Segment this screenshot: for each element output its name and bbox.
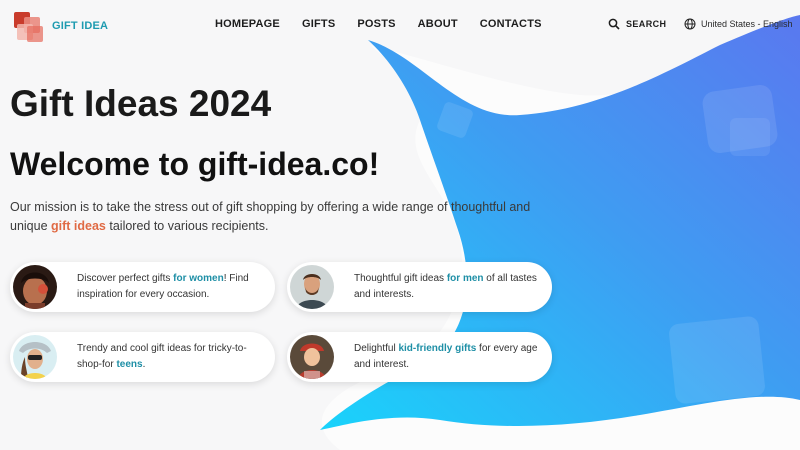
card-for-men[interactable]: Thoughtful gift ideas for men of all tas… (287, 262, 552, 312)
search-button[interactable]: SEARCH (608, 18, 666, 30)
teens-link[interactable]: teens (116, 359, 142, 370)
mission-text-end: tailored to various recipients. (105, 219, 269, 233)
card-for-women[interactable]: Discover perfect gifts for women! Find i… (10, 262, 275, 312)
globe-icon (684, 18, 696, 30)
brand-name: GIFT IDEA (52, 20, 109, 32)
mission-text: Our mission is to take the stress out of… (10, 198, 555, 236)
card-text: Thoughtful gift ideas for men of all tas… (354, 271, 542, 303)
nav-homepage[interactable]: HOMEPAGE (215, 18, 280, 30)
card-text: Delightful kid-friendly gifts for every … (354, 341, 542, 373)
nav-contacts[interactable]: CONTACTS (480, 18, 542, 30)
search-label: SEARCH (626, 19, 667, 29)
gift-ideas-link[interactable]: gift ideas (51, 219, 106, 233)
main-nav: HOMEPAGE GIFTS POSTS ABOUT CONTACTS (215, 18, 542, 30)
search-icon (608, 18, 620, 30)
woman-avatar (13, 265, 57, 309)
card-text: Discover perfect gifts for women! Find i… (77, 271, 265, 303)
card-text-start: Thoughtful gift ideas (354, 273, 447, 284)
nav-posts[interactable]: POSTS (357, 18, 395, 30)
card-for-kids[interactable]: Delightful kid-friendly gifts for every … (287, 332, 552, 382)
locale-label: United States - English (701, 19, 793, 29)
locale-selector[interactable]: United States - English (684, 18, 793, 30)
nav-about[interactable]: ABOUT (418, 18, 458, 30)
teen-avatar (13, 335, 57, 379)
welcome-heading: Welcome to gift-idea.co! (10, 146, 380, 182)
for-women-link[interactable]: for women (173, 273, 224, 284)
kid-avatar (290, 335, 334, 379)
page-title: Gift Ideas 2024 (10, 83, 272, 124)
card-text-end: . (142, 359, 146, 370)
card-text-start: Delightful (354, 343, 399, 354)
card-for-teens[interactable]: Trendy and cool gift ideas for tricky-to… (10, 332, 275, 382)
kid-friendly-gifts-link[interactable]: kid-friendly gifts (398, 343, 476, 354)
card-text-start: Discover perfect gifts (77, 273, 174, 284)
nav-gifts[interactable]: GIFTS (302, 18, 335, 30)
brand-logo[interactable]: GIFT IDEA (10, 8, 108, 44)
man-avatar (290, 265, 334, 309)
gift-logo-icon (10, 8, 46, 44)
for-men-link[interactable]: for men (447, 273, 484, 284)
card-text-start: Trendy and cool gift ideas for tricky-to… (77, 343, 247, 370)
card-text: Trendy and cool gift ideas for tricky-to… (77, 341, 265, 373)
